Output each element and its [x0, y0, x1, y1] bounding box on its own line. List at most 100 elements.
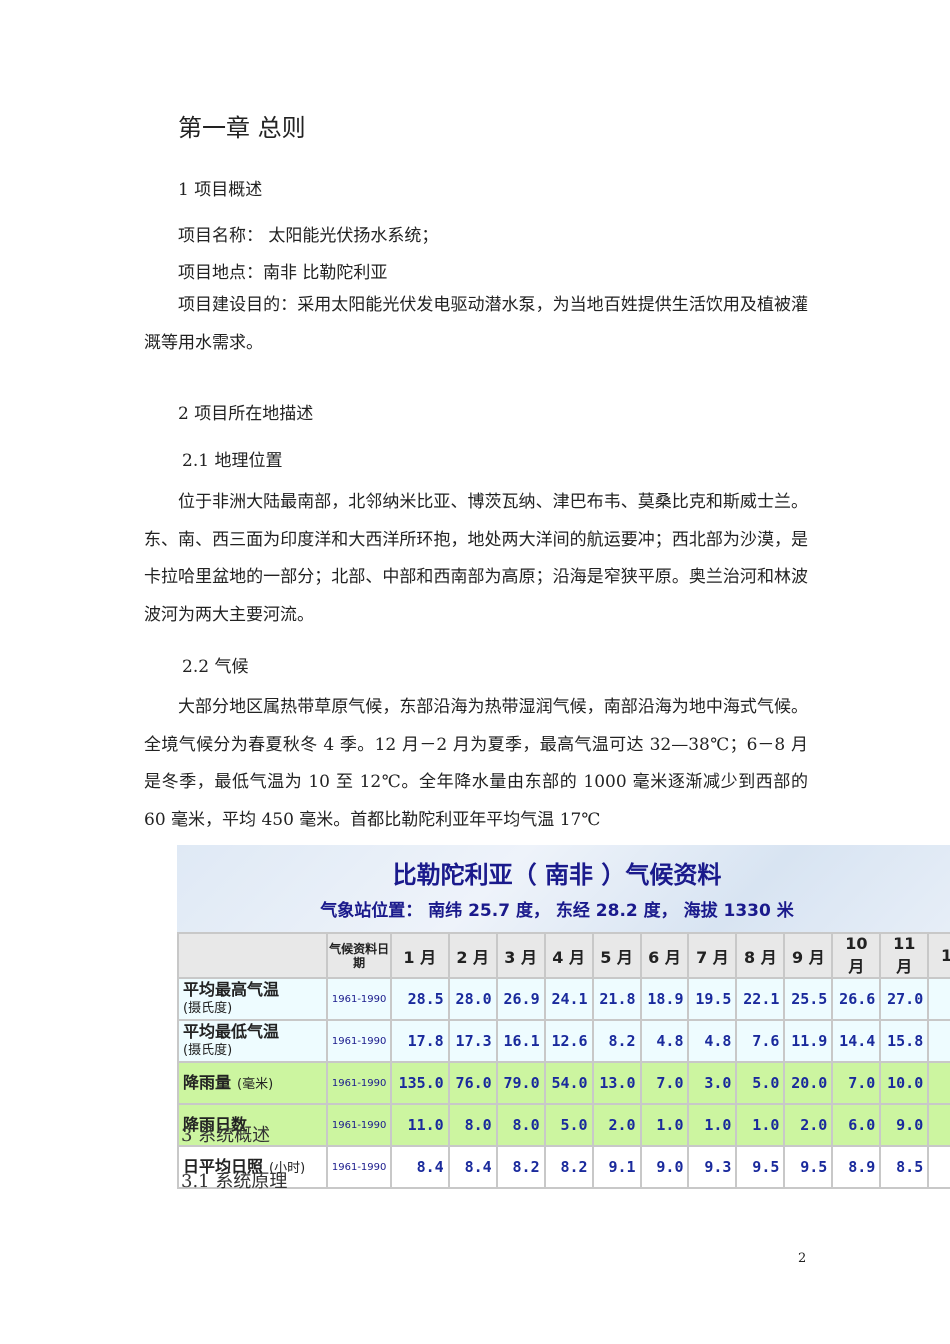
value-cell: 9.0 — [879, 1103, 930, 1147]
value-cell: 19.5 — [687, 977, 738, 1021]
value-cell: 4.8 — [687, 1019, 738, 1063]
subsection-heading: 2.1 地理位置 — [182, 451, 283, 471]
value-cell: 10.0 — [879, 1061, 930, 1105]
value-cell: 54.0 — [543, 1061, 594, 1105]
value-cell: 24.1 — [543, 977, 594, 1021]
row-label: 降雨量 (毫米) — [176, 1061, 329, 1105]
value-cell: 9.3 — [687, 1145, 738, 1189]
row-label-text: 平均最低气温 — [183, 1022, 280, 1041]
value-cell: 3.0 — [687, 1061, 738, 1105]
row-label-text: 平均最高气温 — [183, 980, 280, 999]
climate-table: 气候资料日期 1 月2 月3 月4 月5 月6 月7 月8 月9 月 10月 11月… — [176, 932, 950, 1189]
value-cell: 2 — [927, 977, 950, 1021]
row-date: 1961-1990 — [326, 1103, 392, 1147]
table-row: 降雨日数 1961-1990 11.0 8.0 8.0 5.0 2.0 1.0 1.0 1.0 2.… — [176, 1103, 950, 1147]
month-header: 8 月 — [735, 932, 786, 979]
geography-paragraph: 位于非洲大陆最南部，北邻纳米比亚、博茨瓦纳、津巴布韦、莫桑比克和斯威士兰。东、南… — [144, 492, 808, 625]
climate-data-image: 比勒陀利亚（ 南非 ）气候资料 气象站位置： 南纬 25.7 度， 东经 28.… — [176, 845, 950, 1193]
value-cell: 1 — [927, 1103, 950, 1147]
value-cell: 12.6 — [543, 1019, 594, 1063]
climate-title: 比勒陀利亚（ 南非 ）气候资料 — [392, 861, 722, 889]
value-cell: 1 — [927, 1019, 950, 1063]
value-cell: 9.1 — [591, 1145, 642, 1189]
table-row: 平均最高气温 (摄氏度) 1961-1990 28.5 28.0 26.9 24.1 21.8… — [176, 977, 950, 1021]
value-cell: 8.9 — [831, 1145, 882, 1189]
value-cell: 2.0 — [783, 1103, 834, 1147]
value-cell: 11.9 — [783, 1019, 834, 1063]
date-header: 气候资料日期 — [326, 932, 392, 979]
project-name: 项目名称： 太阳能光伏扬水系统； — [178, 226, 439, 246]
value-cell: 7.6 — [735, 1019, 786, 1063]
row-unit: (摄氏度) — [183, 1001, 233, 1016]
row-label: 平均最低气温 (摄氏度) — [176, 1019, 329, 1063]
value-cell: 79.0 — [495, 1061, 546, 1105]
chapter-title: 第一章 总则 — [178, 114, 306, 142]
month-header: 6 月 — [639, 932, 690, 979]
section-heading: 2 项目所在地描述 — [178, 404, 314, 424]
row-unit: (毫米) — [237, 1076, 274, 1092]
value-cell: 8.5 — [879, 1145, 930, 1189]
value-cell: 14.4 — [831, 1019, 882, 1063]
value-cell: 1.0 — [735, 1103, 786, 1147]
value-cell: 9.5 — [735, 1145, 786, 1189]
value-cell: 13.0 — [591, 1061, 642, 1105]
value-cell: 8.0 — [495, 1103, 546, 1147]
table-row: 降雨量 (毫米) 1961-1990 135.0 76.0 79.0 54.0 13.0 7.0… — [176, 1061, 950, 1105]
value-cell: 26.6 — [831, 977, 882, 1021]
overlapping-heading: 3 系统概述 — [181, 1125, 271, 1146]
value-cell: 28.0 — [447, 977, 498, 1021]
table-row: 平均最低气温 (摄氏度) 1961-1990 17.8 17.3 16.1 12.6 8.2 4… — [176, 1019, 950, 1063]
value-cell — [927, 1145, 950, 1189]
station-location: 气象站位置： 南纬 25.7 度， 东经 28.2 度， 海拔 1330 米 — [320, 901, 794, 921]
value-cell: 27.0 — [879, 977, 930, 1021]
value-cell: 22.1 — [735, 977, 786, 1021]
value-cell: 11.0 — [389, 1103, 450, 1147]
value-cell: 6.0 — [831, 1103, 882, 1147]
value-cell: 20.0 — [783, 1061, 834, 1105]
value-cell: 15.8 — [879, 1019, 930, 1063]
value-cell: 4.8 — [639, 1019, 690, 1063]
month-header: 12 — [927, 932, 950, 979]
overlapping-heading: 3.1 系统原理 — [181, 1171, 288, 1192]
row-date: 1961-1990 — [326, 1145, 392, 1189]
value-cell: 25.5 — [783, 977, 834, 1021]
value-cell: 135.0 — [389, 1061, 450, 1105]
row-date: 1961-1990 — [326, 1061, 392, 1105]
value-cell: 8.2 — [591, 1019, 642, 1063]
value-cell: 17.3 — [447, 1019, 498, 1063]
value-cell: 76.0 — [447, 1061, 498, 1105]
value-cell: 7.0 — [639, 1061, 690, 1105]
page-number: 2 — [798, 1251, 807, 1266]
value-cell: 8.4 — [389, 1145, 450, 1189]
value-cell: 9.5 — [783, 1145, 834, 1189]
value-cell: 8.0 — [447, 1103, 498, 1147]
value-cell: 1.0 — [639, 1103, 690, 1147]
row-unit: (摄氏度) — [183, 1043, 233, 1058]
value-cell: 1.0 — [687, 1103, 738, 1147]
climate-banner: 比勒陀利亚（ 南非 ）气候资料 气象站位置： 南纬 25.7 度， 东经 28.… — [177, 845, 950, 932]
month-header: 1 月 — [389, 932, 450, 979]
value-cell: 5.0 — [543, 1103, 594, 1147]
value-cell: 8.4 — [447, 1145, 498, 1189]
project-location: 项目地点：南非 比勒陀利亚 — [178, 263, 388, 283]
header-empty — [176, 932, 329, 979]
value-cell: 2.0 — [591, 1103, 642, 1147]
month-header: 7 月 — [687, 932, 738, 979]
row-date: 1961-1990 — [326, 977, 392, 1021]
document-page: 第一章 总则 1 项目概述 项目名称： 太阳能光伏扬水系统； 项目地点：南非 比… — [0, 0, 950, 1344]
value-cell: 28.5 — [389, 977, 450, 1021]
month-header: 9 月 — [783, 932, 834, 979]
month-header: 11月 — [879, 932, 930, 979]
value-cell: 8.2 — [543, 1145, 594, 1189]
row-date: 1961-1990 — [326, 1019, 392, 1063]
climate-paragraph: 大部分地区属热带草原气候，东部沿海为热带湿润气候，南部沿海为地中海式气候。全境气… — [144, 697, 808, 830]
value-cell: 10 — [927, 1061, 950, 1105]
value-cell: 16.1 — [495, 1019, 546, 1063]
row-label: 平均最高气温 (摄氏度) — [176, 977, 329, 1021]
month-header: 2 月 — [447, 932, 498, 979]
table-row: 日平均日照 (小时) 1961-1990 8.4 8.4 8.2 8.2 9.1 9.0 9.3 9… — [176, 1145, 950, 1189]
row-label-text: 降雨量 — [183, 1072, 232, 1092]
table-header-row: 气候资料日期 1 月2 月3 月4 月5 月6 月7 月8 月9 月 10月 11月… — [176, 932, 950, 979]
month-header: 3 月 — [495, 932, 546, 979]
month-header: 5 月 — [591, 932, 642, 979]
